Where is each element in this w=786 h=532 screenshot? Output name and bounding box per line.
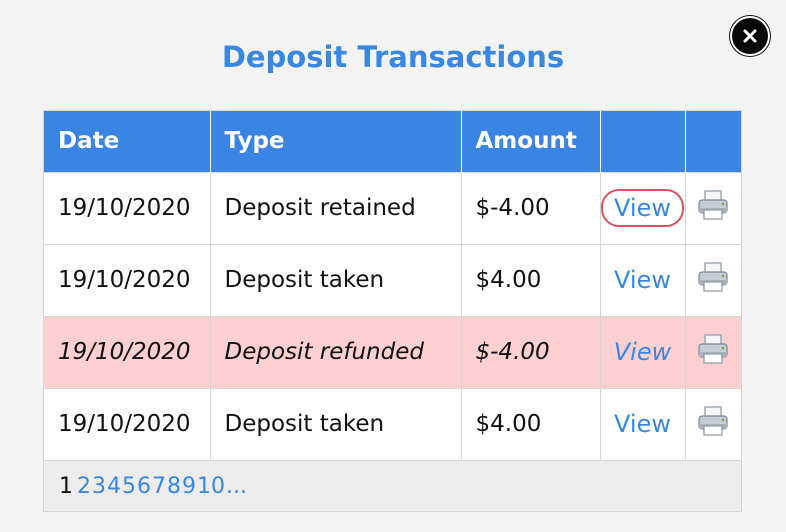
pagination-page-link[interactable]: 8 [167, 474, 181, 499]
pagination-page-link[interactable]: 9 [182, 474, 196, 499]
date-cell: 19/10/2020 [44, 243, 211, 316]
view-cell: View [600, 243, 686, 316]
column-header-view [600, 111, 686, 172]
pagination: 1 2 3 4 5 6 7 8 9 10 ... [44, 460, 741, 511]
pagination-page-link[interactable]: 2 [77, 474, 91, 499]
printer-icon[interactable] [696, 261, 730, 299]
printer-icon[interactable] [696, 405, 730, 443]
date-cell: 19/10/2020 [44, 315, 211, 388]
pagination-page-link[interactable]: 10 [197, 474, 225, 499]
amount-cell: $-4.00 [461, 315, 601, 388]
pagination-current-page: 1 [59, 473, 73, 499]
pagination-page-link[interactable]: 7 [152, 474, 166, 499]
amount-cell: $4.00 [461, 243, 601, 316]
printer-icon[interactable] [696, 189, 730, 227]
print-cell [685, 315, 741, 388]
type-cell: Deposit taken [210, 243, 462, 316]
pagination-page-link[interactable]: 6 [137, 474, 151, 499]
amount-cell: $4.00 [461, 387, 601, 460]
transactions-table: Date Type Amount 19/10/2020 Deposit reta… [43, 110, 742, 512]
printer-icon[interactable] [696, 333, 730, 371]
column-header-print [685, 111, 741, 172]
view-cell: View [600, 171, 686, 244]
column-header-date: Date [44, 111, 211, 172]
print-cell [685, 243, 741, 316]
table-header-row: Date Type Amount [44, 111, 741, 172]
date-cell: 19/10/2020 [44, 171, 211, 244]
dialog-title: Deposit Transactions [221, 40, 565, 74]
print-cell [685, 171, 741, 244]
pagination-more-link[interactable]: ... [226, 474, 247, 499]
table-row: 19/10/2020 Deposit refunded $-4.00 View [44, 315, 741, 388]
column-header-amount: Amount [461, 111, 601, 172]
date-cell: 19/10/2020 [44, 387, 211, 460]
table-row: 19/10/2020 Deposit taken $4.00 View [44, 243, 741, 316]
type-cell: Deposit retained [210, 171, 462, 244]
table-row: 19/10/2020 Deposit taken $4.00 View [44, 387, 741, 460]
view-link[interactable]: View [604, 264, 681, 296]
pagination-page-link[interactable]: 3 [92, 474, 106, 499]
view-link[interactable]: View [604, 408, 681, 440]
view-cell: View [600, 315, 686, 388]
pagination-page-link[interactable]: 5 [122, 474, 136, 499]
type-cell: Deposit refunded [210, 315, 462, 388]
type-cell: Deposit taken [210, 387, 462, 460]
table-row: 19/10/2020 Deposit retained $-4.00 View [44, 171, 741, 244]
view-link[interactable]: View [601, 189, 684, 227]
column-header-type: Type [210, 111, 462, 172]
amount-cell: $-4.00 [461, 171, 601, 244]
view-link[interactable]: View [604, 336, 681, 368]
print-cell [685, 387, 741, 460]
view-cell: View [600, 387, 686, 460]
pagination-page-link[interactable]: 4 [107, 474, 121, 499]
